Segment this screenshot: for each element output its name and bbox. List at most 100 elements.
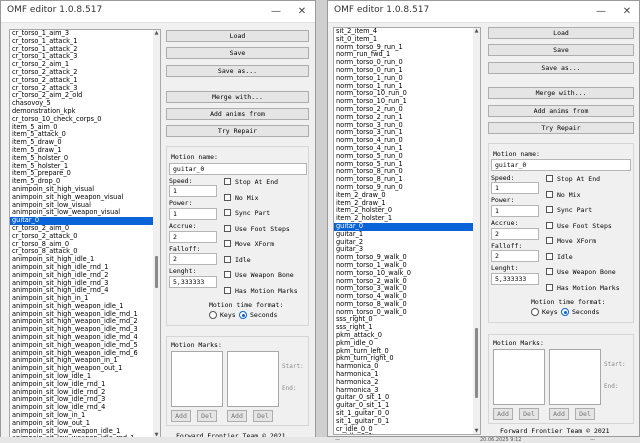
arrow-up-icon[interactable]: ▲ <box>153 30 160 36</box>
marks-list-start[interactable] <box>493 349 545 405</box>
marks-list-end[interactable] <box>549 349 601 405</box>
accrue-label: Accrue: <box>169 222 197 230</box>
falloff-field[interactable]: 2 <box>491 250 539 262</box>
power-field[interactable]: 1 <box>491 205 539 217</box>
checkbox[interactable] <box>224 286 231 294</box>
checkbox-label: Use Weapon Bone <box>557 268 616 276</box>
add-mark-button-b[interactable]: Add <box>549 408 569 420</box>
add-mark-button-a[interactable]: Add <box>171 410 191 422</box>
vertical-scrollbar[interactable]: ▲ ▼ <box>153 30 160 438</box>
try-repair-button[interactable]: Try Repair <box>166 125 309 137</box>
checkbox[interactable] <box>546 190 553 198</box>
save-as-button[interactable]: Save as... <box>488 62 634 74</box>
save-button[interactable]: Save <box>488 44 634 56</box>
taskbar: — 20.06.2025 9:12 — <box>0 437 640 443</box>
checkbox[interactable] <box>224 193 231 201</box>
animation-list-items: cr_torso_1_aim_3 cr_torso_1_attack_1 cr_to… <box>10 30 160 438</box>
checkbox-label: Has Motion Marks <box>235 286 298 295</box>
merge-with-button[interactable]: Merge with... <box>166 91 309 103</box>
checkbox[interactable] <box>546 206 553 213</box>
checkbox[interactable] <box>224 209 231 216</box>
animation-list[interactable]: cr_torso_1_aim_3 cr_torso_1_attack_1 cr_to… <box>9 29 161 439</box>
taskbar-right: — <box>590 437 595 443</box>
list-item[interactable]: cr_idle_0_1 <box>334 433 480 434</box>
checkbox-label: Idle <box>235 255 251 264</box>
end-label: End: <box>604 383 619 390</box>
del-mark-button-b[interactable]: Del <box>253 410 273 422</box>
add-mark-button-b[interactable]: Add <box>227 410 247 422</box>
motion-name-field[interactable]: guitar_0 <box>491 159 631 171</box>
seconds-label: Seconds <box>572 308 600 316</box>
speed-field[interactable]: 1 <box>169 185 217 197</box>
load-button[interactable]: Load <box>488 27 634 39</box>
window-title: OMF editor 1.0.8.517 <box>7 5 103 15</box>
taskbar-left: — <box>335 437 340 443</box>
checkbox[interactable] <box>224 271 231 278</box>
falloff-label: Falloff: <box>169 245 201 253</box>
power-label: Power: <box>491 196 515 204</box>
keys-label: Keys <box>542 308 558 316</box>
del-mark-button-a[interactable]: Del <box>519 408 539 420</box>
checkbox-label: Has Motion Marks <box>557 283 620 292</box>
length-label: Lenght: <box>491 264 519 272</box>
keys-radio[interactable] <box>531 308 539 316</box>
keys-radio[interactable] <box>209 311 217 319</box>
scroll-thumb[interactable] <box>155 256 158 288</box>
vertical-scrollbar[interactable]: ▲ ▼ <box>473 28 480 434</box>
title-bar[interactable]: OMF editor 1.0.8.517 — ✕ <box>328 1 639 23</box>
checkbox-label: Move XForm <box>557 237 597 245</box>
checkbox[interactable] <box>546 237 553 244</box>
checkbox-label: Stop At End <box>557 175 601 183</box>
length-field[interactable]: 5,333333 <box>491 273 539 285</box>
seconds-radio[interactable] <box>239 311 247 319</box>
length-field[interactable]: 5,333333 <box>169 276 217 288</box>
minimize-icon[interactable]: — <box>265 1 287 23</box>
close-icon[interactable]: ✕ <box>616 1 638 23</box>
minimize-icon[interactable]: — <box>590 1 612 23</box>
checkbox[interactable] <box>546 283 553 291</box>
arrow-up-icon[interactable]: ▲ <box>473 28 480 34</box>
add-anims-button[interactable]: Add anims from <box>166 108 309 120</box>
close-icon[interactable]: ✕ <box>291 1 313 23</box>
seconds-radio[interactable] <box>561 308 569 316</box>
add-mark-button-a[interactable]: Add <box>493 408 513 420</box>
checkbox[interactable] <box>546 268 553 275</box>
del-mark-button-b[interactable]: Del <box>575 408 595 420</box>
animation-list[interactable]: sit_2_item_4 sit_0_item_1 norm_torso_9_run… <box>333 27 481 435</box>
save-button[interactable]: Save <box>166 47 309 59</box>
marks-list-start[interactable] <box>171 351 223 407</box>
time-format-label: Motion time format: <box>531 298 606 306</box>
speed-label: Speed: <box>169 177 193 185</box>
checkbox-label: Stop At End <box>235 178 279 186</box>
merge-with-button[interactable]: Merge with... <box>488 87 634 99</box>
checkbox-label: Sync Part <box>235 209 271 217</box>
save-as-button[interactable]: Save as... <box>166 65 309 77</box>
add-anims-button[interactable]: Add anims from <box>488 105 634 117</box>
checkbox[interactable] <box>224 255 231 263</box>
scroll-thumb[interactable] <box>475 328 478 398</box>
checkbox[interactable] <box>224 224 231 232</box>
title-bar[interactable]: OMF editor 1.0.8.517 — ✕ <box>1 1 315 23</box>
footer-credit: Forward Frontier Team © 2021 <box>500 427 610 435</box>
checkbox[interactable] <box>546 221 553 229</box>
speed-label: Speed: <box>491 174 515 182</box>
checkbox[interactable] <box>546 252 553 260</box>
try-repair-button[interactable]: Try Repair <box>488 122 634 134</box>
motion-params-group: Motion name: guitar_0 Speed: 1 Power: 1 … <box>166 146 309 326</box>
marks-list-end[interactable] <box>227 351 279 407</box>
power-field[interactable]: 1 <box>169 208 217 220</box>
motion-marks-group: Motion Marks: Start: End: Add Del Add De… <box>488 334 634 424</box>
checkbox[interactable] <box>224 178 231 185</box>
del-mark-button-a[interactable]: Del <box>197 410 217 422</box>
checkbox-label: No Mix <box>557 190 581 199</box>
speed-field[interactable]: 1 <box>491 182 539 194</box>
load-button[interactable]: Load <box>166 30 309 42</box>
checkbox[interactable] <box>224 240 231 247</box>
checkbox[interactable] <box>546 175 553 182</box>
falloff-field[interactable]: 2 <box>169 253 217 265</box>
motion-name-field[interactable]: guitar_0 <box>169 163 307 175</box>
accrue-field[interactable]: 2 <box>169 231 217 243</box>
arrow-down-icon[interactable]: ▼ <box>473 428 480 434</box>
end-label: End: <box>282 385 297 392</box>
accrue-field[interactable]: 2 <box>491 228 539 240</box>
